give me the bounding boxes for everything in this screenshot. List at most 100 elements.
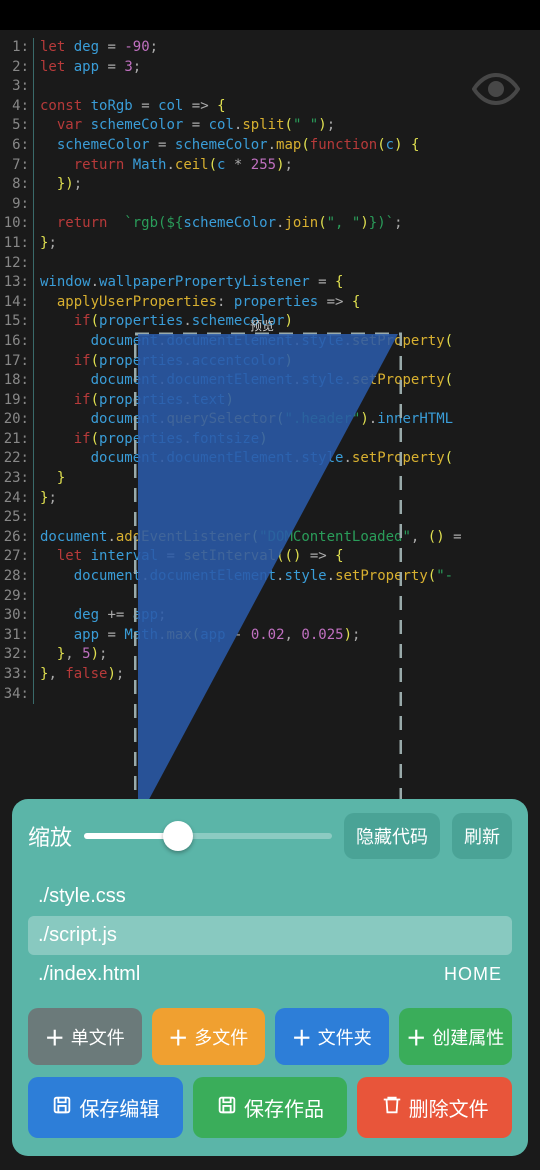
code-line[interactable]: 15: if(properties.schemecolor)	[0, 312, 540, 332]
button-label: 多文件	[194, 1024, 248, 1050]
code-line[interactable]: 21: if(properties.fontsize)	[0, 430, 540, 450]
slider-thumb[interactable]	[163, 821, 193, 851]
code-line[interactable]: 20: document.querySelector(".header").in…	[0, 410, 540, 430]
file-row[interactable]: ./index.htmlHOME	[28, 955, 512, 994]
line-number: 20:	[0, 410, 34, 430]
code-line[interactable]: 2:let app = 3;	[0, 58, 540, 78]
删除文件-button[interactable]: 删除文件	[357, 1077, 512, 1138]
code-line[interactable]: 8: });	[0, 175, 540, 195]
单文件-button[interactable]: ＋单文件	[28, 1008, 142, 1065]
line-number: 8:	[0, 175, 34, 195]
保存作品-button[interactable]: 保存作品	[193, 1077, 348, 1138]
trash-icon	[381, 1094, 403, 1122]
code-line[interactable]: 34:	[0, 685, 540, 705]
line-number: 17:	[0, 352, 34, 372]
line-number: 22:	[0, 449, 34, 469]
line-number: 29:	[0, 587, 34, 607]
code-line[interactable]: 5: var schemeColor = col.split(" ");	[0, 116, 540, 136]
code-line[interactable]: 1:let deg = -90;	[0, 38, 540, 58]
code-line[interactable]: 3:	[0, 77, 540, 97]
line-number: 1:	[0, 38, 34, 58]
file-list: ./style.css ./script.js ./index.htmlHOME	[28, 877, 512, 994]
zoom-slider[interactable]	[84, 833, 332, 839]
code-line[interactable]: 31: app = Math.max(app - 0.02, 0.025);	[0, 626, 540, 646]
line-number: 30:	[0, 606, 34, 626]
line-number: 31:	[0, 626, 34, 646]
file-name: ./script.js	[38, 924, 117, 947]
code-line[interactable]: 13:window.wallpaperPropertyListener = {	[0, 273, 540, 293]
code-editor[interactable]: 1:let deg = -90;2:let app = 3;3:4:const …	[0, 30, 540, 704]
button-label: 创建属性	[432, 1024, 504, 1050]
line-number: 23:	[0, 469, 34, 489]
保存编辑-button[interactable]: 保存编辑	[28, 1077, 183, 1138]
line-number: 14:	[0, 293, 34, 313]
line-number: 27:	[0, 547, 34, 567]
line-number: 26:	[0, 528, 34, 548]
line-number: 11:	[0, 234, 34, 254]
line-number: 3:	[0, 77, 34, 97]
plus-icon: ＋	[168, 1022, 188, 1051]
line-number: 10:	[0, 214, 34, 234]
code-line[interactable]: 27: let interval = setInterval(() => {	[0, 547, 540, 567]
code-line[interactable]: 6: schemeColor = schemeColor.map(functio…	[0, 136, 540, 156]
file-row[interactable]: ./style.css	[28, 877, 512, 916]
多文件-button[interactable]: ＋多文件	[152, 1008, 266, 1065]
创建属性-button[interactable]: ＋创建属性	[399, 1008, 513, 1065]
button-label: 删除文件	[409, 1093, 489, 1122]
code-line[interactable]: 18: document.documentElement.style.setPr…	[0, 371, 540, 391]
zoom-label: 缩放	[28, 820, 72, 852]
code-line[interactable]: 12:	[0, 254, 540, 274]
hide-code-button[interactable]: 隐藏代码	[344, 813, 440, 859]
file-row[interactable]: ./script.js	[28, 916, 512, 955]
toolbar-panel: 缩放 隐藏代码 刷新 ./style.css ./script.js ./index…	[12, 799, 528, 1156]
eye-icon[interactable]	[472, 65, 520, 113]
line-number: 2:	[0, 58, 34, 78]
line-number: 34:	[0, 685, 34, 705]
button-label: 保存作品	[244, 1093, 324, 1122]
code-line[interactable]: 33:}, false);	[0, 665, 540, 685]
code-line[interactable]: 4:const toRgb = col => {	[0, 97, 540, 117]
plus-icon: ＋	[45, 1022, 65, 1051]
code-line[interactable]: 14: applyUserProperties: properties => {	[0, 293, 540, 313]
code-line[interactable]: 22: document.documentElement.style.setPr…	[0, 449, 540, 469]
plus-icon: ＋	[406, 1022, 426, 1051]
line-number: 13:	[0, 273, 34, 293]
home-label: HOME	[444, 964, 502, 985]
code-line[interactable]: 19: if(properties.text)	[0, 391, 540, 411]
line-number: 12:	[0, 254, 34, 274]
code-line[interactable]: 16: document.documentElement.style.setPr…	[0, 332, 540, 352]
code-line[interactable]: 10: return `rgb(${schemeColor.join(", ")…	[0, 214, 540, 234]
refresh-button[interactable]: 刷新	[452, 813, 512, 859]
button-label: 单文件	[71, 1024, 125, 1050]
code-line[interactable]: 26:document.addEventListener("DOMContent…	[0, 528, 540, 548]
line-number: 28:	[0, 567, 34, 587]
line-number: 25:	[0, 508, 34, 528]
line-number: 24:	[0, 489, 34, 509]
line-number: 19:	[0, 391, 34, 411]
save-icon	[216, 1094, 238, 1122]
code-line[interactable]: 24:};	[0, 489, 540, 509]
code-line[interactable]: 9:	[0, 195, 540, 215]
button-label: 文件夹	[318, 1024, 372, 1050]
文件夹-button[interactable]: ＋文件夹	[275, 1008, 389, 1065]
line-number: 7:	[0, 156, 34, 176]
code-line[interactable]: 11:};	[0, 234, 540, 254]
line-number: 16:	[0, 332, 34, 352]
file-name: ./style.css	[38, 885, 126, 908]
line-number: 32:	[0, 645, 34, 665]
code-line[interactable]: 29:	[0, 587, 540, 607]
line-number: 9:	[0, 195, 34, 215]
line-number: 15:	[0, 312, 34, 332]
plus-icon: ＋	[292, 1022, 312, 1051]
line-number: 5:	[0, 116, 34, 136]
code-line[interactable]: 28: document.documentElement.style.setPr…	[0, 567, 540, 587]
code-line[interactable]: 32: }, 5);	[0, 645, 540, 665]
code-line[interactable]: 30: deg += app;	[0, 606, 540, 626]
status-bar	[0, 0, 540, 30]
code-line[interactable]: 25:	[0, 508, 540, 528]
code-line[interactable]: 23: }	[0, 469, 540, 489]
code-line[interactable]: 7: return Math.ceil(c * 255);	[0, 156, 540, 176]
line-number: 18:	[0, 371, 34, 391]
code-line[interactable]: 17: if(properties.accentcolor)	[0, 352, 540, 372]
line-number: 6:	[0, 136, 34, 156]
